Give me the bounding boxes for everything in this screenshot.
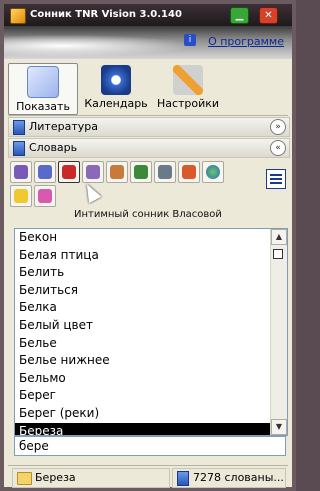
- section-literature-label: Литература: [29, 120, 98, 133]
- status-current-word: Береза: [35, 471, 76, 484]
- butterfly-icon: [182, 165, 196, 179]
- pyramid-icon: [134, 165, 148, 179]
- app-window: Сонник TNR Vision 3.0.140 ▁ ✕ i О програ…: [0, 0, 296, 491]
- notes-icon: [14, 189, 28, 203]
- about-link[interactable]: О программе: [208, 35, 284, 48]
- list-item[interactable]: Берег: [15, 387, 271, 405]
- info-icon: i: [184, 34, 196, 46]
- list-item[interactable]: Белый цвет: [15, 317, 271, 335]
- book-icon: [13, 120, 25, 135]
- dict-icon-5[interactable]: [106, 161, 128, 183]
- dict-icon-2[interactable]: [34, 161, 56, 183]
- book-icon: [13, 141, 25, 156]
- settings-tools-icon: [173, 65, 203, 95]
- chevron-double-down-icon[interactable]: »: [270, 119, 286, 135]
- dict-icon-6[interactable]: [130, 161, 152, 183]
- list-view-line: [270, 182, 282, 184]
- stick-figure-icon: [14, 165, 28, 179]
- scroll-down-button[interactable]: ▼: [271, 419, 287, 435]
- word-list-rows: Бекон Белая птица Белить Белиться Белка Белый…: [15, 229, 287, 435]
- settings-label: Настройки: [156, 97, 220, 110]
- list-item[interactable]: Бекон: [15, 229, 271, 247]
- gender-icon: [38, 189, 52, 203]
- list-item[interactable]: Белить: [15, 264, 271, 282]
- show-button[interactable]: Показать: [8, 63, 78, 115]
- section-literature[interactable]: Литература »: [8, 117, 290, 137]
- atom-icon: [86, 165, 100, 179]
- mouse-cursor-icon: [80, 180, 102, 204]
- settings-button[interactable]: Настройки: [154, 63, 222, 113]
- list-item[interactable]: Белка: [15, 299, 271, 317]
- list-item[interactable]: Белье: [15, 335, 271, 353]
- app-icon: [10, 8, 26, 24]
- show-icon: [27, 66, 59, 98]
- show-label: Показать: [16, 100, 70, 113]
- status-count-panel: 7278 слованы...: [172, 468, 286, 488]
- minimize-button[interactable]: ▁: [230, 7, 249, 24]
- chevron-double-up-icon[interactable]: «: [270, 140, 286, 156]
- main-toolbar: Показать Календарь Настройки: [8, 61, 288, 116]
- close-button[interactable]: ✕: [259, 7, 278, 24]
- status-count: 7278 слованы...: [193, 471, 284, 484]
- strawberry-icon: [62, 165, 76, 179]
- list-view-line: [270, 178, 282, 180]
- list-view-line: [270, 174, 282, 176]
- crystal-icon: [38, 165, 52, 179]
- scroll-up-button[interactable]: ▲: [271, 229, 287, 245]
- list-item[interactable]: Белая птица: [15, 247, 271, 265]
- dict-icon-1[interactable]: [10, 161, 32, 183]
- scroll-thumb[interactable]: [273, 249, 283, 259]
- calendar-globe-icon: [101, 65, 131, 95]
- list-item[interactable]: Бельмо: [15, 370, 271, 388]
- window-title: Сонник TNR Vision 3.0.140: [30, 9, 182, 20]
- folder-icon: [17, 472, 32, 485]
- word-list[interactable]: Бекон Белая птица Белить Белиться Белка Белый…: [14, 228, 288, 436]
- status-bar: Береза 7278 слованы...: [8, 465, 288, 488]
- list-scrollbar[interactable]: ▲ ▼: [270, 229, 287, 435]
- dictionary-selector-bar: Интимный сонник Власовой: [10, 161, 288, 231]
- list-item[interactable]: Белье нижнее: [15, 352, 271, 370]
- section-dictionary-label: Словарь: [29, 141, 78, 154]
- list-item[interactable]: Белиться: [15, 282, 271, 300]
- list-view-button[interactable]: [266, 169, 286, 189]
- status-current-word-panel: Береза: [12, 468, 170, 488]
- header-banner: i О программе: [4, 26, 292, 59]
- globe-icon: [206, 165, 220, 179]
- dict-icon-4[interactable]: [82, 161, 104, 183]
- dict-icon-8[interactable]: [178, 161, 200, 183]
- list-item[interactable]: Береза: [15, 422, 271, 435]
- dict-icon-3[interactable]: [58, 161, 80, 183]
- scroll-icon: [110, 165, 124, 179]
- book-icon: [177, 471, 189, 486]
- dict-icon-11[interactable]: [34, 185, 56, 207]
- section-dictionary[interactable]: Словарь «: [8, 138, 290, 158]
- dict-icon-9[interactable]: [202, 161, 224, 183]
- dict-icon-10[interactable]: [10, 185, 32, 207]
- dictionary-tooltip: Интимный сонник Власовой: [74, 209, 222, 220]
- search-input[interactable]: [14, 436, 286, 456]
- calendar-label: Календарь: [84, 97, 148, 110]
- cauldron-icon: [158, 165, 172, 179]
- calendar-button[interactable]: Календарь: [82, 63, 150, 113]
- dict-icon-7[interactable]: [154, 161, 176, 183]
- list-item[interactable]: Берег (реки): [15, 405, 271, 423]
- title-bar[interactable]: Сонник TNR Vision 3.0.140 ▁ ✕: [4, 4, 292, 26]
